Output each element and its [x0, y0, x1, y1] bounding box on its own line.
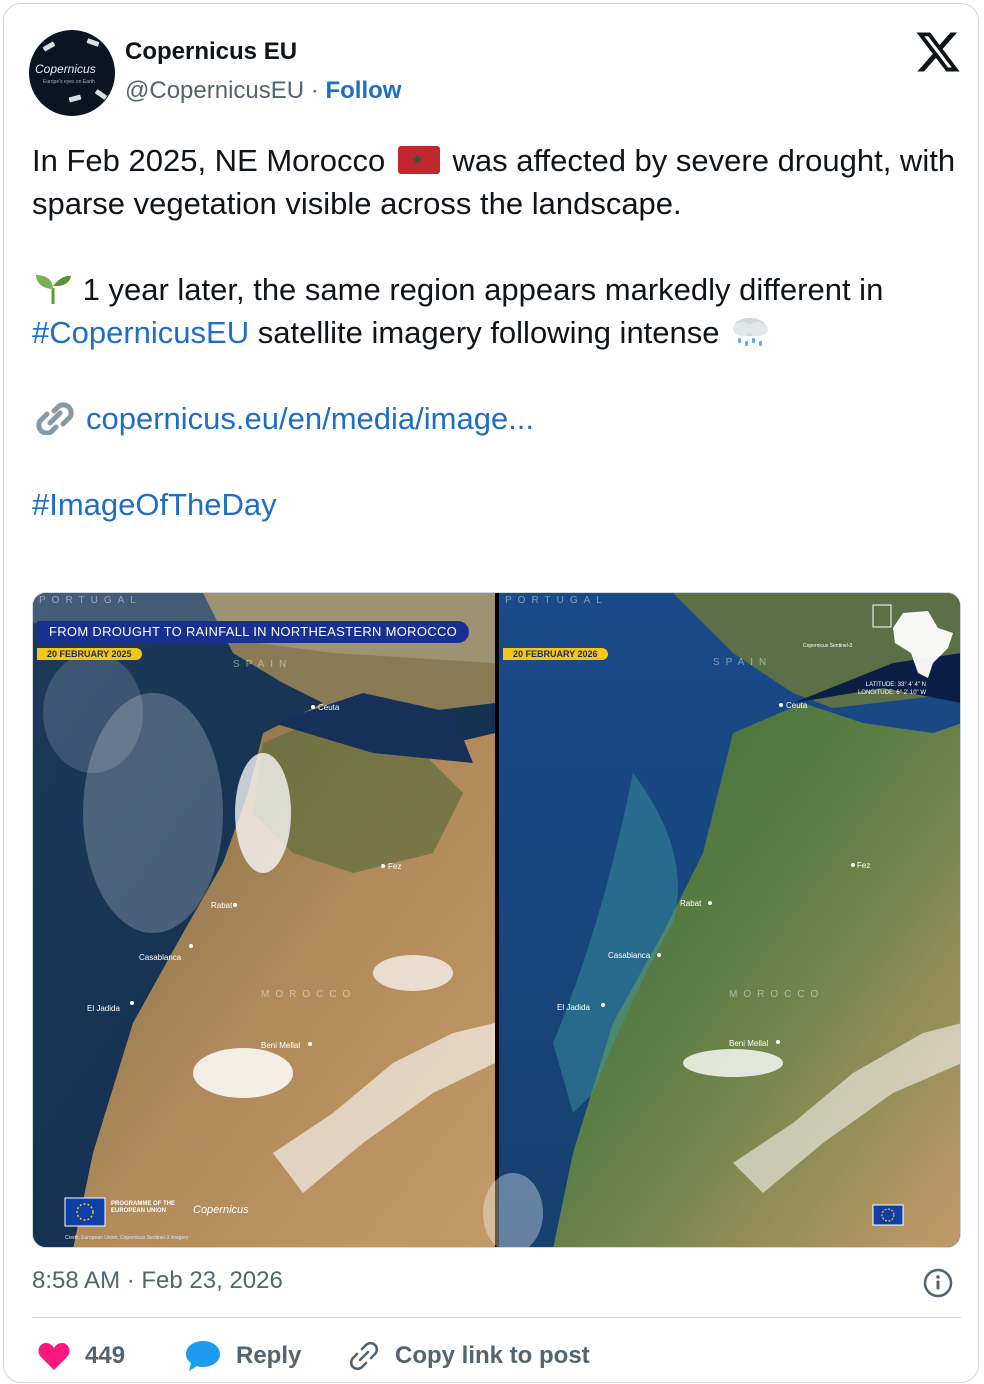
avatar-logo-subtext: Europe's eyes on Earth — [43, 79, 95, 85]
city-label: El Jadida — [87, 1004, 120, 1013]
author-handle-line: @CopernicusEU · Follow — [125, 77, 401, 105]
city-marker — [779, 703, 783, 707]
avatar-logo-text: Copernicus — [35, 62, 96, 76]
like-button[interactable]: 449 — [37, 1338, 125, 1374]
text-segment: In Feb 2025, NE Morocco — [32, 143, 394, 178]
external-link[interactable]: copernicus.eu/en/media/image... — [86, 401, 534, 436]
hashtag-imageoftheday-link[interactable]: #ImageOfTheDay — [32, 487, 277, 522]
city-label: Rabat — [680, 899, 702, 908]
city-marker — [189, 944, 193, 948]
paragraph-3: copernicus.eu/en/media/image... — [32, 397, 967, 440]
city-label: Ceuta — [786, 701, 808, 710]
text-segment: satellite imagery following intense — [249, 315, 729, 350]
morocco-flag-icon — [397, 146, 440, 174]
reply-button[interactable]: Reply — [184, 1338, 301, 1374]
like-count: 449 — [85, 1342, 126, 1369]
left-date-tag: 20 FEBRUARY 2025 — [37, 648, 142, 660]
left-label-portugal: PORTUGAL — [39, 595, 142, 606]
satellite-image[interactable]: PORTUGAL SPAIN MOROCCO FROM DROUGHT TO R… — [32, 592, 961, 1248]
city-marker — [381, 864, 385, 868]
seedling-icon — [36, 275, 71, 304]
city-marker — [601, 1003, 605, 1007]
left-label-morocco: MOROCCO — [261, 989, 357, 1000]
city-label: Casablanca — [139, 953, 182, 962]
city-marker — [851, 863, 855, 867]
longitude-label: LONGITUDE: 6° 2' 10" W — [857, 690, 926, 696]
rain-cloud-icon — [733, 318, 769, 346]
tweet-card: Copernicus Europe's eyes on Earth Copern… — [3, 3, 979, 1383]
city-label: Casablanca — [608, 951, 651, 960]
reply-bubble-icon — [186, 1341, 220, 1371]
hashtag-copernicuseu-link[interactable]: #CopernicusEU — [32, 315, 249, 350]
image-credit: Credit: European Union, Copernicus Senti… — [65, 1235, 189, 1241]
avatar[interactable]: Copernicus Europe's eyes on Earth — [29, 30, 115, 116]
link-icon — [349, 1341, 379, 1371]
info-icon[interactable] — [923, 1268, 953, 1298]
copy-link-button[interactable]: Copy link to post — [347, 1338, 590, 1374]
city-label: Ceuta — [318, 703, 340, 712]
city-label: Beni Mellal — [729, 1039, 769, 1048]
satellite-icon — [68, 94, 82, 103]
satellite-icon — [94, 89, 108, 100]
sensor-label: Copernicus Sentinel-3 — [803, 643, 853, 649]
author-handle[interactable]: @CopernicusEU — [125, 77, 304, 104]
city-marker — [311, 705, 315, 709]
city-label: Rabat — [211, 901, 233, 910]
post-timestamp[interactable]: 8:58 AM · Feb 23, 2026 — [32, 1267, 283, 1295]
reply-label: Reply — [236, 1342, 302, 1369]
city-label: Fez — [857, 861, 871, 870]
right-label-portugal: PORTUGAL — [505, 595, 608, 606]
satellite-image-graphic — [33, 593, 960, 1247]
divider — [32, 1317, 961, 1318]
copernicus-logo: Copernicus — [193, 1204, 249, 1216]
image-banner: FROM DROUGHT TO RAINFALL IN NORTHEASTERN… — [37, 621, 470, 643]
right-label-morocco: MOROCCO — [729, 989, 825, 1000]
city-marker — [776, 1040, 780, 1044]
latitude-label: LATITUDE: 33° 4' 4" N — [865, 682, 926, 688]
city-marker — [233, 903, 237, 907]
author-name[interactable]: Copernicus EU — [125, 38, 297, 66]
paragraph-1: In Feb 2025, NE Morocco was affected by … — [32, 139, 967, 225]
right-label-spain: SPAIN — [713, 657, 773, 668]
city-label: El Jadida — [557, 1003, 590, 1012]
follow-button[interactable]: Follow — [325, 77, 401, 104]
text-segment: 1 year later, the same region appears ma… — [74, 272, 884, 307]
tweet-text: In Feb 2025, NE Morocco was affected by … — [32, 139, 967, 526]
action-bar: 449 Reply Copy link to post — [4, 1338, 984, 1374]
city-marker — [308, 1042, 312, 1046]
satellite-icon — [42, 41, 56, 52]
city-label: Fez — [388, 862, 402, 871]
heart-icon — [38, 1343, 70, 1370]
right-date-tag: 20 FEBRUARY 2026 — [503, 648, 608, 660]
city-marker — [130, 1001, 134, 1005]
link-icon — [36, 402, 74, 435]
satellite-icon — [86, 38, 100, 47]
separator-dot: · — [310, 77, 319, 104]
coordinates-readout: LATITUDE: 33° 4' 4" N LONGITUDE: 6° 2' 1… — [858, 681, 926, 697]
copy-link-label: Copy link to post — [395, 1342, 590, 1369]
paragraph-2: 1 year later, the same region appears ma… — [32, 268, 967, 354]
programme-label: PROGRAMME OF THE EUROPEAN UNION — [111, 1201, 175, 1214]
city-marker — [657, 953, 661, 957]
x-logo-icon[interactable] — [914, 28, 962, 76]
city-marker — [708, 901, 712, 905]
paragraph-4: #ImageOfTheDay — [32, 483, 967, 526]
left-label-spain: SPAIN — [233, 659, 293, 670]
city-label: Beni Mellal — [261, 1041, 301, 1050]
